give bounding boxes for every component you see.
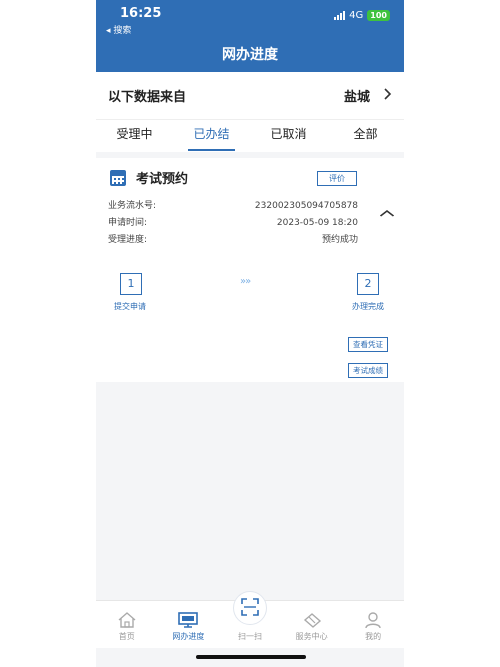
rate-button[interactable]: 评价 [317,171,357,186]
nav-service-center[interactable]: 服务中心 [281,601,343,648]
data-source-label: 以下数据来自 [108,90,187,105]
network-type: 4G [349,10,364,21]
status-time: 16:25 [120,6,162,21]
tab-cancelled[interactable]: 已取消 [250,120,327,152]
apply-time-label: 申请时间: [108,218,148,228]
signal-icon [334,11,346,20]
apply-time-value: 2023-05-09 18:20 [276,218,358,228]
card-title: 考试预约 [136,172,189,187]
status-tabs: 受理中 已办结 已取消 全部 [96,120,404,152]
chevron-up-icon[interactable] [379,206,395,220]
tab-all[interactable]: 全部 [327,120,404,152]
nav-progress-label: 网办进度 [172,632,205,641]
monitor-icon [178,612,199,628]
info-row: 受理进度: 预约成功 [108,232,358,249]
battery-icon: 100 [367,10,390,21]
user-icon [365,612,381,629]
double-chevron-icon: »» [240,276,251,287]
phone-screen: 16:25 ◂ 搜索 4G 100 网办进度 以下数据来自 盐城 受理中 已办结… [96,0,404,667]
nav-scan[interactable]: 扫一扫 [219,591,281,648]
progress-steps: 1 提交申请 »» 2 办理完成 [96,273,404,313]
chevron-right-icon [384,87,392,104]
nav-service-center-label: 服务中心 [295,632,328,641]
step-1-number: 1 [120,273,142,295]
page-title: 网办进度 [222,47,278,63]
exam-score-button[interactable]: 考试成绩 [348,363,388,378]
tab-completed[interactable]: 已办结 [173,120,250,152]
nav-home-label: 首页 [118,632,135,641]
home-indicator [196,655,306,659]
serial-number-value: 232002305094705878 [254,201,358,211]
progress-label: 受理进度: [108,235,148,245]
data-source-row[interactable]: 以下数据来自 盐城 [96,72,404,120]
application-card: 考试预约 评价 业务流水号: 232002305094705878 申请时间: … [96,158,404,382]
nav-home[interactable]: 首页 [96,601,158,648]
application-info: 业务流水号: 232002305094705878 申请时间: 2023-05-… [108,198,358,249]
tab-in-process[interactable]: 受理中 [96,120,173,152]
home-icon [118,612,136,628]
step-2-number: 2 [357,273,379,295]
view-voucher-button[interactable]: 查看凭证 [348,337,388,352]
nav-scan-label: 扫一扫 [237,632,262,641]
scan-icon [241,598,259,616]
status-indicators: 4G 100 [334,10,390,21]
info-row: 申请时间: 2023-05-09 18:20 [108,215,358,232]
info-row: 业务流水号: 232002305094705878 [108,198,358,215]
nav-progress[interactable]: 网办进度 [158,601,220,648]
back-to-search-link[interactable]: ◂ 搜索 [106,23,131,36]
step-1-label: 提交申请 [114,302,146,311]
calendar-icon [110,169,126,186]
nav-mine-label: 我的 [365,632,382,641]
app-header: 16:25 ◂ 搜索 4G 100 网办进度 [96,0,404,72]
progress-value: 预约成功 [321,235,358,245]
serial-number-label: 业务流水号: [108,201,157,211]
data-source-city: 盐城 [343,90,370,105]
handshake-icon [303,613,321,628]
nav-mine[interactable]: 我的 [342,601,404,648]
bottom-tabbar: 首页 网办进度 扫一扫 服务中心 我的 [96,591,404,648]
scan-button-circle [232,591,267,625]
step-2-label: 办理完成 [352,302,384,311]
